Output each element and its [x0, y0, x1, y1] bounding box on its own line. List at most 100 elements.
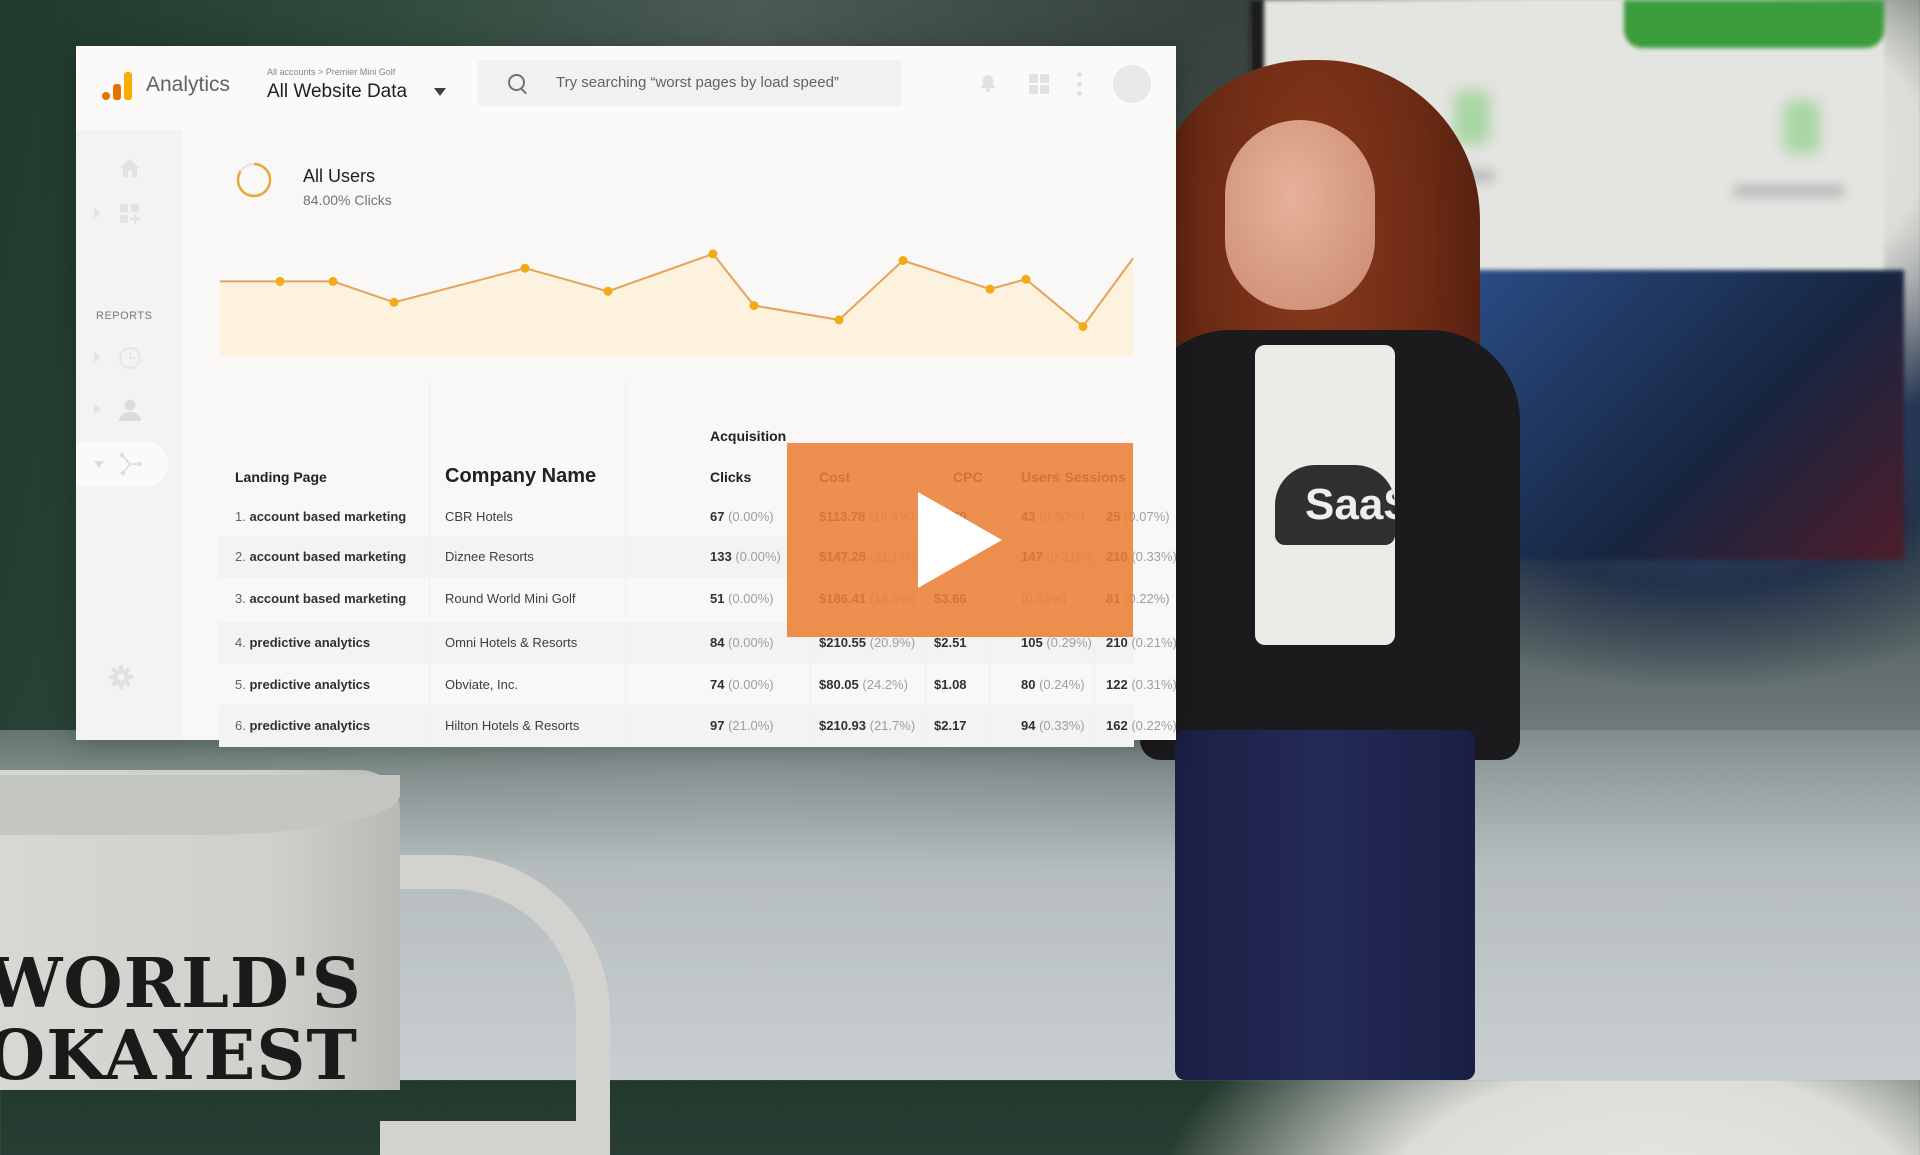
sidebar-item-realtime[interactable]	[76, 336, 182, 380]
chart-data-point[interactable]	[603, 286, 613, 296]
landing-page-link[interactable]: predictive analytics	[249, 718, 370, 733]
expand-arrow-icon[interactable]	[94, 352, 101, 362]
sidebar-item-acquisition[interactable]	[76, 442, 168, 486]
presenter-shirt: SaaS	[1255, 345, 1395, 645]
landing-page-link[interactable]: account based marketing	[249, 549, 406, 564]
clicks-percent: (0.00%)	[728, 591, 774, 606]
bell-icon[interactable]	[980, 74, 996, 92]
chart-data-point[interactable]	[834, 315, 844, 325]
cost-value: $210.93	[819, 718, 866, 733]
apps-grid-icon[interactable]	[1029, 74, 1049, 94]
sidebar-item-home[interactable]	[76, 146, 182, 190]
company-name-cell: Hilton Hotels & Resorts	[445, 718, 580, 733]
person-icon	[119, 399, 141, 421]
sidebar-item-audience[interactable]	[76, 388, 182, 432]
landing-page-cell[interactable]: 6. predictive analytics	[235, 718, 370, 733]
collapse-arrow-icon[interactable]	[94, 461, 104, 468]
search-icon	[508, 74, 525, 91]
chart-svg	[220, 249, 1134, 356]
sessions-percent: (0.21%)	[1131, 635, 1177, 650]
landing-page-link[interactable]: account based marketing	[249, 591, 406, 606]
chart-data-point[interactable]	[749, 301, 759, 311]
landing-page-cell[interactable]: 2. account based marketing	[235, 549, 406, 564]
property-selector[interactable]: All Website Data	[267, 81, 407, 103]
column-header-landing-page[interactable]: Landing Page	[235, 469, 327, 485]
landing-page-cell[interactable]: 4. predictive analytics	[235, 635, 370, 650]
chart-data-point[interactable]	[708, 249, 718, 259]
chart-data-point[interactable]	[275, 276, 285, 286]
table-row[interactable]: 5. predictive analytics Obviate, Inc. 74 (…	[219, 664, 1177, 706]
chart-data-point[interactable]	[520, 263, 530, 273]
row-index: 4.	[235, 635, 246, 650]
users-value: 105	[1021, 635, 1043, 650]
company-name-cell: Obviate, Inc.	[445, 677, 518, 692]
landing-page-link[interactable]: predictive analytics	[249, 635, 370, 650]
top-bar: Analytics All accounts > Premier Mini Go…	[76, 46, 1176, 130]
cpc-value: $1.08	[934, 677, 967, 692]
landing-page-link[interactable]: account based marketing	[249, 509, 406, 524]
company-name-cell: Round World Mini Golf	[445, 591, 576, 606]
cost-percent: (24.2%)	[862, 677, 908, 692]
caret-down-icon[interactable]	[434, 88, 446, 96]
cost-value: $80.05	[819, 677, 859, 692]
background-blurred-text	[1734, 185, 1844, 197]
sessions-percent: (0.31%)	[1131, 677, 1177, 692]
clicks-cell: 51 (0.00%)	[710, 591, 774, 606]
gear-icon[interactable]	[108, 664, 134, 690]
clicks-percent: (0.00%)	[735, 549, 781, 564]
video-play-overlay[interactable]	[787, 443, 1133, 637]
clicks-percent: (0.00%)	[728, 677, 774, 692]
users-cell: 80 (0.24%)	[1021, 677, 1085, 692]
clicks-value: 133	[710, 549, 732, 564]
chart-data-point[interactable]	[1078, 322, 1088, 331]
clicks-cell: 133 (0.00%)	[710, 549, 781, 564]
chart-data-point[interactable]	[389, 297, 399, 307]
company-name-cell: Omni Hotels & Resorts	[445, 635, 578, 650]
sessions-cell: 162 (0.22%)	[1106, 718, 1177, 733]
expand-arrow-icon[interactable]	[94, 208, 101, 218]
cpc-cell: $2.51	[934, 635, 967, 650]
clicks-value: 74	[710, 677, 725, 692]
clicks-value: 84	[710, 635, 725, 650]
landing-page-cell[interactable]: 1. account based marketing	[235, 509, 406, 524]
avatar[interactable]	[1113, 65, 1151, 103]
landing-page-cell[interactable]: 5. predictive analytics	[235, 677, 370, 692]
search-input[interactable]: Try searching “worst pages by load speed…	[556, 74, 839, 91]
cpc-cell: $1.08	[934, 677, 967, 692]
users-value: 80	[1021, 677, 1036, 692]
table-row[interactable]: 6. predictive analytics Hilton Hotels & R…	[219, 705, 1177, 747]
row-index: 6.	[235, 718, 246, 733]
shirt-logo: SaaS	[1275, 465, 1395, 545]
users-percent: (0.24%)	[1039, 677, 1085, 692]
more-vert-icon[interactable]	[1077, 72, 1083, 96]
column-header-company-name[interactable]: Company Name	[445, 465, 596, 488]
sidebar: REPORTS	[76, 130, 182, 740]
segment-subtitle: 84.00% Clicks	[303, 192, 392, 208]
expand-arrow-icon[interactable]	[94, 404, 101, 414]
sessions-cell: 210 (0.21%)	[1106, 635, 1177, 650]
clicks-percent: (0.00%)	[728, 509, 774, 524]
presenter-face	[1225, 120, 1375, 310]
landing-page-link[interactable]: predictive analytics	[249, 677, 370, 692]
cost-percent: (20.9%)	[869, 635, 916, 650]
chart-data-point[interactable]	[328, 276, 338, 286]
column-header-clicks[interactable]: Clicks	[710, 469, 751, 485]
clicks-percent: (21.0%)	[728, 718, 774, 733]
play-icon[interactable]	[918, 492, 1002, 588]
chart-data-point[interactable]	[898, 256, 908, 265]
analytics-logo-icon	[100, 70, 134, 104]
dashboard-add-icon	[120, 204, 140, 224]
chart-data-point[interactable]	[985, 284, 995, 294]
row-index: 1.	[235, 509, 246, 524]
sidebar-item-customization[interactable]	[76, 192, 182, 236]
clicks-value: 97	[710, 718, 725, 733]
reports-section-label: REPORTS	[96, 310, 153, 322]
chart-data-point[interactable]	[1021, 274, 1031, 284]
sessions-cell: 122 (0.31%)	[1106, 677, 1177, 692]
clicks-cell: 84 (0.00%)	[710, 635, 774, 650]
landing-page-cell[interactable]: 3. account based marketing	[235, 591, 406, 606]
cpc-value: $2.17	[934, 718, 967, 733]
cost-cell: $210.55 (20.9%)	[819, 635, 915, 650]
search-box[interactable]: Try searching “worst pages by load speed…	[478, 60, 902, 106]
account-breadcrumb[interactable]: All accounts > Premier Mini Golf	[267, 67, 395, 77]
